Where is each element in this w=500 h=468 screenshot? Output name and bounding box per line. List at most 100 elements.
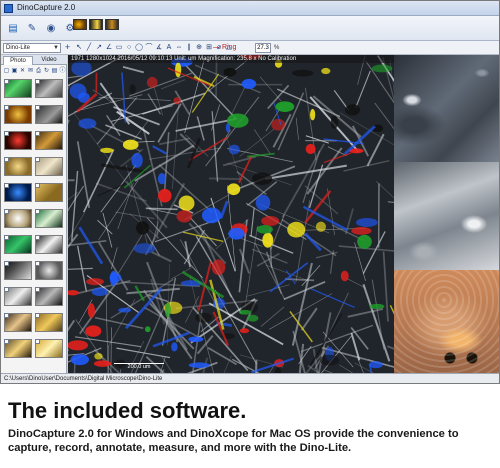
angle-icon[interactable]: ∡	[155, 43, 163, 53]
refresh-icon[interactable]: ↻	[43, 67, 50, 75]
thumbnail-checkbox[interactable]	[35, 235, 40, 240]
rectangle-icon[interactable]: ▭	[115, 43, 123, 53]
thumbnail-checkbox[interactable]	[35, 261, 40, 266]
thumbnail-checkbox[interactable]	[35, 183, 40, 188]
gallery-thumbnail[interactable]	[35, 313, 63, 332]
tab-video[interactable]: Video	[34, 56, 64, 65]
gallery-thumbnail[interactable]	[35, 209, 63, 228]
thumbnail-checkbox[interactable]	[4, 157, 9, 162]
arc-icon[interactable]: ⌒	[145, 43, 153, 53]
title-bar: DinoCapture 2.0	[1, 1, 499, 16]
thumbnail-checkbox[interactable]	[35, 131, 40, 136]
text-icon[interactable]: A	[165, 43, 173, 53]
parallel-icon[interactable]: ∥	[185, 43, 193, 53]
polyline-icon[interactable]: ∠	[105, 43, 113, 53]
thumbnail-checkbox[interactable]	[35, 157, 40, 162]
gallery-thumbnail[interactable]	[4, 261, 32, 280]
ellipse-icon[interactable]: ◯	[135, 43, 143, 53]
gallery-thumbnail[interactable]	[4, 105, 32, 124]
pigment-spot	[371, 64, 393, 73]
preview-thumb-1[interactable]	[73, 19, 87, 30]
gallery-thumbnail[interactable]	[4, 313, 32, 332]
gallery-thumbnail[interactable]	[4, 287, 32, 306]
preview-panel-mineral[interactable]	[394, 162, 499, 270]
gallery-thumbnail[interactable]	[4, 235, 32, 254]
thumbnail-checkbox[interactable]	[35, 79, 40, 84]
live-image-viewport[interactable]: 1971 1280x1024 2016/05/12 09:10:13 Unit:…	[68, 55, 394, 373]
email-icon[interactable]: ✉	[27, 67, 34, 75]
pigment-spot	[227, 183, 241, 196]
image-info-bar: 1971 1280x1024 2016/05/12 09:10:13 Unit:…	[68, 55, 394, 63]
pigment-spot	[305, 143, 316, 155]
line-icon[interactable]: ╱	[85, 43, 93, 53]
thumbnail-checkbox[interactable]	[4, 313, 9, 318]
open-icon[interactable]: ▢	[3, 67, 10, 75]
print-icon[interactable]: ⎙	[35, 67, 42, 75]
info-icon[interactable]: ⓘ	[59, 67, 66, 75]
thumbnail-checkbox[interactable]	[4, 339, 9, 344]
gallery-thumbnail[interactable]	[4, 157, 32, 176]
gallery-thumbnail[interactable]	[4, 339, 32, 358]
pigment-spot	[188, 336, 204, 343]
thumbnail-checkbox[interactable]	[4, 79, 9, 84]
thumbnail-checkbox[interactable]	[4, 183, 9, 188]
pigment-spot	[246, 314, 259, 322]
pigment-spot	[211, 259, 226, 276]
gallery-thumbnail[interactable]	[35, 105, 63, 124]
thumbnail-checkbox[interactable]	[35, 209, 40, 214]
measure-icon[interactable]: ⇔	[175, 43, 183, 53]
annotation-tools: ↖ ╱ ↗ ∠ ▭ ○ ◯ ⌒ ∡ A ⇔ ∥ ⊕ ⊞ ⌀ △	[75, 43, 233, 53]
gallery-thumbnail[interactable]	[35, 287, 63, 306]
thumbnail-checkbox[interactable]	[4, 209, 9, 214]
delete-icon[interactable]: ✕	[19, 67, 26, 75]
pigment-spot	[226, 113, 249, 128]
pigment-spot	[239, 328, 250, 334]
circle-icon[interactable]: ○	[125, 43, 133, 53]
gallery-thumbnail[interactable]	[4, 131, 32, 150]
pen-button[interactable]: ✎	[23, 19, 41, 37]
folder-icon[interactable]: ▤	[51, 67, 58, 75]
arrow-icon[interactable]: ↗	[95, 43, 103, 53]
grid-icon[interactable]: ⊞	[205, 43, 213, 53]
gallery-thumbnail[interactable]	[35, 235, 63, 254]
thumbnail-checkbox[interactable]	[4, 235, 9, 240]
gallery-thumbnail[interactable]	[4, 79, 32, 98]
capture-button[interactable]: ◉	[42, 19, 60, 37]
fibre	[145, 207, 178, 211]
tab-photo[interactable]: Photo	[3, 56, 33, 65]
thumbnail-checkbox[interactable]	[4, 261, 9, 266]
zoom-field[interactable]: 27.3	[255, 43, 271, 53]
thumbnail-checkbox[interactable]	[35, 105, 40, 110]
gallery-thumbnail[interactable]	[35, 339, 63, 358]
preview-panel-insect[interactable]	[394, 270, 499, 373]
scale-bar: 200.0 um	[114, 363, 164, 370]
chevron-down-icon: ▼	[53, 45, 59, 51]
pigment-spot	[330, 115, 339, 129]
gallery-thumbnail[interactable]	[35, 79, 63, 98]
gallery-thumbnail[interactable]	[35, 131, 63, 150]
thumbnail-checkbox[interactable]	[4, 105, 9, 110]
select-icon[interactable]: ↖	[75, 43, 83, 53]
preview-panel-surface[interactable]	[394, 55, 499, 162]
pigment-spot	[228, 227, 245, 240]
save-icon[interactable]: ▣	[11, 67, 18, 75]
thumbnail-checkbox[interactable]	[4, 131, 9, 136]
gallery-thumbnail[interactable]	[4, 183, 32, 202]
thumbnail-checkbox[interactable]	[35, 339, 40, 344]
thumbnail-checkbox[interactable]	[35, 313, 40, 318]
fibre	[208, 177, 243, 181]
gallery-thumbnail[interactable]	[35, 183, 63, 202]
preview-thumb-3[interactable]	[105, 19, 119, 30]
gallery-thumbnail[interactable]	[4, 209, 32, 228]
device-select[interactable]: Dino-Lite ▼	[3, 43, 61, 53]
device-select-value: Dino-Lite	[6, 45, 31, 51]
gallery-thumbnail[interactable]	[35, 157, 63, 176]
add-icon[interactable]: +	[63, 43, 72, 53]
ring-tool[interactable]: — Ring	[213, 42, 236, 54]
thumbnail-checkbox[interactable]	[35, 287, 40, 292]
center-icon[interactable]: ⊕	[195, 43, 203, 53]
folder-button[interactable]: ▤	[4, 19, 22, 37]
thumbnail-checkbox[interactable]	[4, 287, 9, 292]
gallery-thumbnail[interactable]	[35, 261, 63, 280]
preview-thumb-2[interactable]	[89, 19, 103, 30]
